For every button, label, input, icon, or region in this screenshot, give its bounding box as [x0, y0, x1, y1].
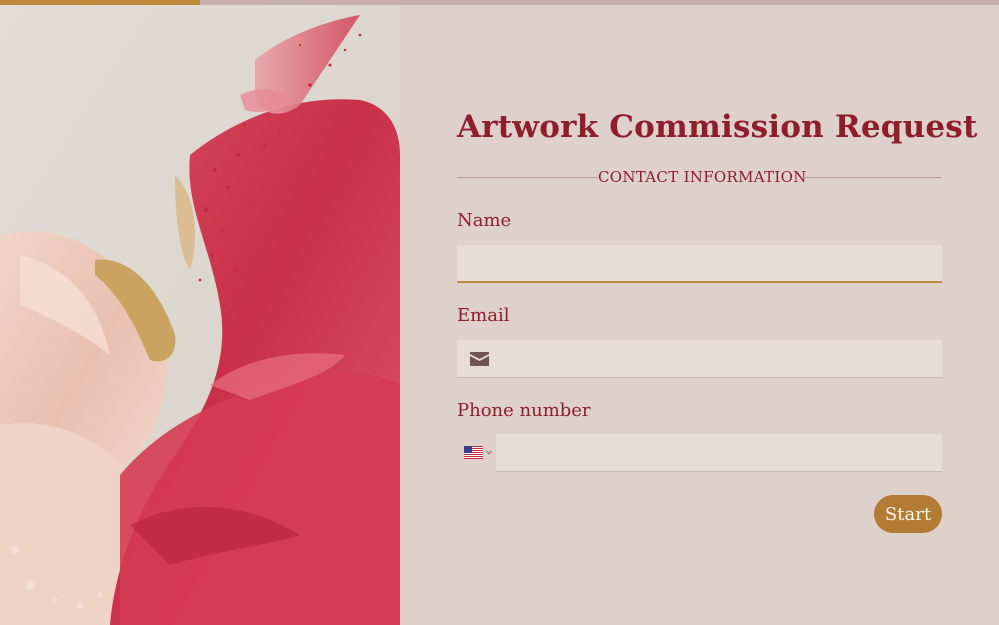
- form-title: Artwork Commission Request: [457, 109, 978, 145]
- email-input[interactable]: [457, 340, 942, 378]
- phone-field: [457, 434, 942, 472]
- start-button[interactable]: Start: [874, 495, 942, 533]
- chevron-down-icon: [486, 450, 492, 455]
- name-label: Name: [457, 210, 512, 231]
- phone-label: Phone number: [457, 400, 591, 421]
- hero-artwork-image: [0, 5, 400, 625]
- divider-line-right: [801, 177, 942, 178]
- commission-form: Artwork Commission Request CONTACT INFOR…: [457, 5, 978, 625]
- country-code-select[interactable]: [457, 434, 494, 472]
- email-field: [457, 340, 942, 378]
- divider-line-left: [457, 177, 598, 178]
- email-label: Email: [457, 305, 510, 326]
- name-input[interactable]: [457, 245, 942, 283]
- section-heading: CONTACT INFORMATION: [598, 168, 807, 186]
- envelope-icon: [470, 352, 489, 366]
- section-divider: CONTACT INFORMATION: [457, 168, 942, 188]
- phone-input[interactable]: [496, 434, 942, 472]
- us-flag-icon: [464, 446, 483, 459]
